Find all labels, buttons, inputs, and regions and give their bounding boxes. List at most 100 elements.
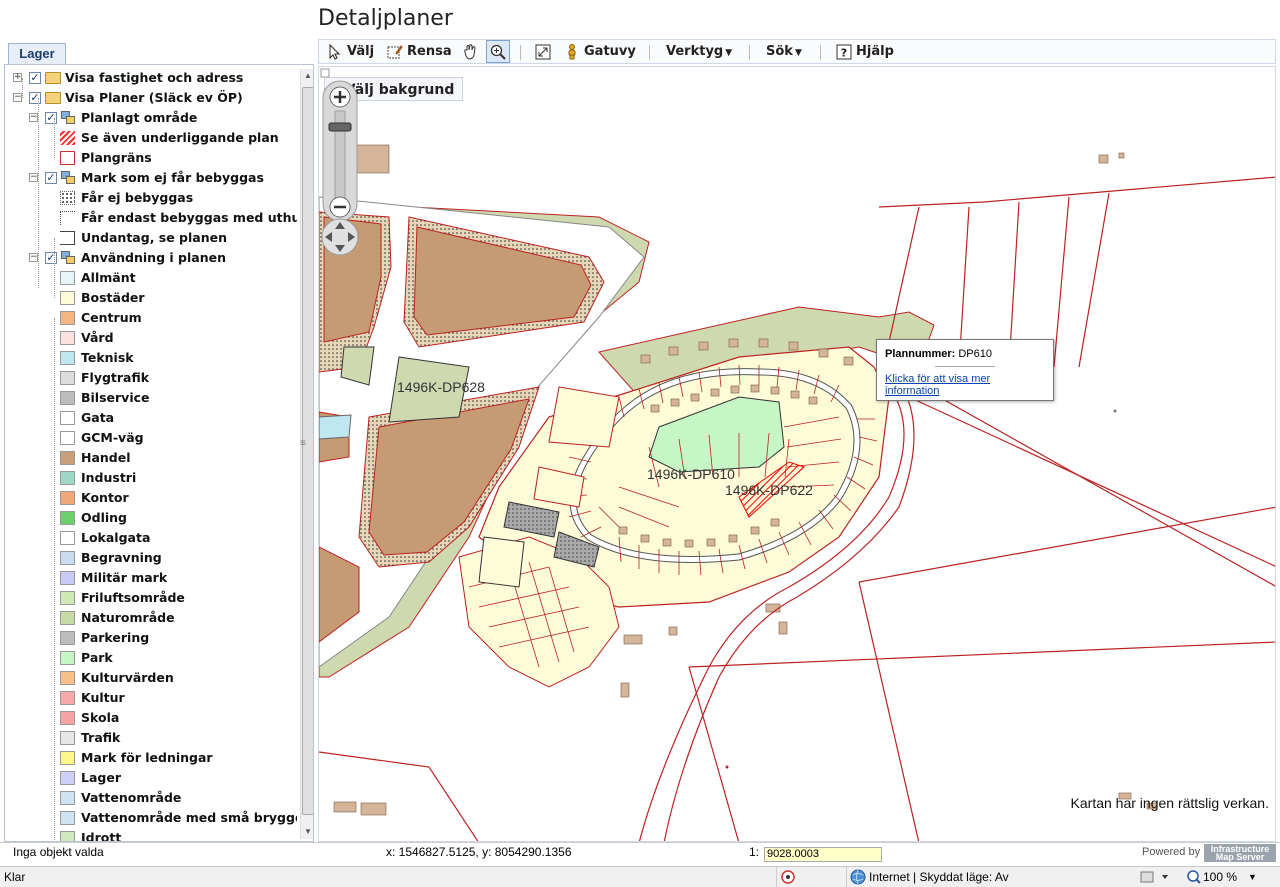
layer-item[interactable]: Industri [5, 468, 297, 488]
zoom-in-icon[interactable] [329, 86, 351, 108]
pan-arrows-icon[interactable] [321, 218, 359, 256]
collapse-icon[interactable]: − [29, 253, 38, 262]
tools-menu[interactable]: Verktyg ▼ [666, 42, 732, 62]
layer-label: Handel [81, 450, 131, 465]
layer-item[interactable]: Se även underliggande plan [5, 128, 297, 148]
legend-swatch-icon [60, 611, 75, 625]
globe-icon [850, 867, 866, 887]
collapse-icon[interactable]: − [13, 93, 22, 102]
layer-label: Idrott [81, 830, 122, 841]
zoom-slider-thumb[interactable] [328, 122, 352, 132]
layer-item[interactable]: Kontor [5, 488, 297, 508]
layer-item[interactable]: − ✓ Användning i planen [5, 248, 297, 268]
map-view[interactable]: 1496K-DP628 1496K-DP610 1496K-DP622 Välj… [318, 66, 1276, 842]
pan-hand-button[interactable] [462, 42, 482, 62]
security-zone-text: Internet | Skyddat läge: Av [869, 870, 1009, 884]
layer-item[interactable]: − ✓ Planlagt område [5, 108, 297, 128]
layer-item[interactable]: Teknisk [5, 348, 297, 368]
layer-item[interactable]: Flygtrafik [5, 368, 297, 388]
layer-item[interactable]: + ✓ Visa fastighet och adress [5, 68, 297, 88]
layer-item[interactable]: Odling [5, 508, 297, 528]
layer-item[interactable]: Vård [5, 328, 297, 348]
layer-item[interactable]: Naturområde [5, 608, 297, 628]
hand-icon [464, 43, 476, 60]
map-canvas[interactable]: 1496K-DP628 1496K-DP610 1496K-DP622 [319, 67, 1276, 842]
layer-item[interactable]: Kulturvärden [5, 668, 297, 688]
scale-input[interactable]: 9028.0003 [764, 847, 882, 862]
expand-icon[interactable]: + [13, 73, 22, 82]
layer-item[interactable]: Bilservice [5, 388, 297, 408]
layer-checkbox[interactable]: ✓ [45, 252, 57, 264]
more-info-link[interactable]: Klicka för att visa mer information [885, 373, 990, 397]
layer-item[interactable]: Begravning [5, 548, 297, 568]
zoom-level-icon[interactable] [1186, 867, 1202, 887]
eraser-icon [387, 44, 403, 58]
layer-item[interactable]: Allmänt [5, 268, 297, 288]
legend-swatch-icon [60, 351, 75, 365]
legend-swatch-icon [60, 131, 75, 145]
layer-item[interactable]: Vattenområde [5, 788, 297, 808]
layer-item[interactable]: Idrott [5, 828, 297, 841]
help-button[interactable]: ? Hjälp [836, 42, 894, 62]
layer-item[interactable]: Mark för ledningar [5, 748, 297, 768]
panel-splitter-icon[interactable]: ≡ [300, 438, 308, 458]
layer-item[interactable]: Handel [5, 448, 297, 468]
tab-layers[interactable]: Lager [8, 43, 66, 64]
legend-swatch-icon [60, 191, 75, 205]
zoom-pan-control[interactable] [319, 67, 361, 257]
layer-item[interactable]: Kultur [5, 688, 297, 708]
collapse-icon[interactable]: − [29, 173, 38, 182]
layer-item[interactable]: Park [5, 648, 297, 668]
layer-item[interactable]: Skola [5, 708, 297, 728]
control-handle[interactable] [320, 68, 330, 78]
layer-checkbox[interactable]: ✓ [29, 72, 41, 84]
plan-label-dp610: 1496K-DP610 [647, 466, 735, 482]
layer-item[interactable]: Undantag, se planen [5, 228, 297, 248]
zoom-in-tool-button[interactable] [486, 40, 510, 63]
layer-checkbox[interactable]: ✓ [45, 112, 57, 124]
layer-item[interactable]: Får ej bebyggas [5, 188, 297, 208]
layer-checkbox[interactable]: ✓ [29, 92, 41, 104]
streetview-button[interactable]: Gatuvy [564, 42, 636, 62]
protected-mode-icon[interactable] [1140, 867, 1170, 887]
chevron-down-icon: ▼ [794, 48, 802, 58]
layer-item[interactable]: Trafik [5, 728, 297, 748]
legend-swatch-icon [60, 231, 75, 245]
select-button[interactable]: Välj [327, 42, 374, 62]
plan-info-popup: Plannummer: DP610 Klicka för att visa me… [876, 339, 1054, 401]
layer-item[interactable]: Lokalgata [5, 528, 297, 548]
legend-swatch-icon [60, 211, 75, 225]
privacy-icon[interactable] [780, 867, 796, 887]
legend-swatch-icon [60, 391, 75, 405]
scroll-up-icon[interactable]: ▲ [303, 71, 313, 81]
zoom-level-text[interactable]: 100 % [1203, 867, 1237, 887]
layer-label: Allmänt [81, 270, 136, 285]
zoom-out-icon[interactable] [329, 196, 351, 218]
popup-key: Plannummer: [885, 348, 956, 360]
layer-item[interactable]: Militär mark [5, 568, 297, 588]
layer-label: Plangräns [81, 150, 152, 165]
layer-item[interactable]: − ✓ Visa Planer (Släck ev ÖP) [5, 88, 297, 108]
layer-item[interactable]: Får endast bebyggas med uthus [5, 208, 297, 228]
layer-item[interactable]: Bostäder [5, 288, 297, 308]
layer-item[interactable]: GCM-väg [5, 428, 297, 448]
legend-swatch-icon [60, 511, 75, 525]
layer-item[interactable]: Plangräns [5, 148, 297, 168]
layer-item[interactable]: Vattenområde med små bryggor [5, 808, 297, 828]
layer-item[interactable]: Centrum [5, 308, 297, 328]
layer-item[interactable]: Gata [5, 408, 297, 428]
layer-group-icon [61, 111, 77, 125]
layer-checkbox[interactable]: ✓ [45, 172, 57, 184]
collapse-icon[interactable]: − [29, 113, 38, 122]
legend-swatch-icon [60, 451, 75, 465]
layer-item[interactable]: Friluftsområde [5, 588, 297, 608]
layer-item[interactable]: Parkering [5, 628, 297, 648]
zoom-dropdown-icon[interactable]: ▼ [1248, 867, 1257, 887]
layer-item[interactable]: − ✓ Mark som ej får bebyggas [5, 168, 297, 188]
clear-button[interactable]: Rensa [387, 42, 452, 62]
full-extent-button[interactable] [535, 42, 555, 62]
search-menu[interactable]: Sök ▼ [766, 42, 802, 62]
layer-item[interactable]: Lager [5, 768, 297, 788]
layer-group-icon [61, 251, 77, 265]
scroll-down-icon[interactable]: ▼ [303, 827, 313, 837]
